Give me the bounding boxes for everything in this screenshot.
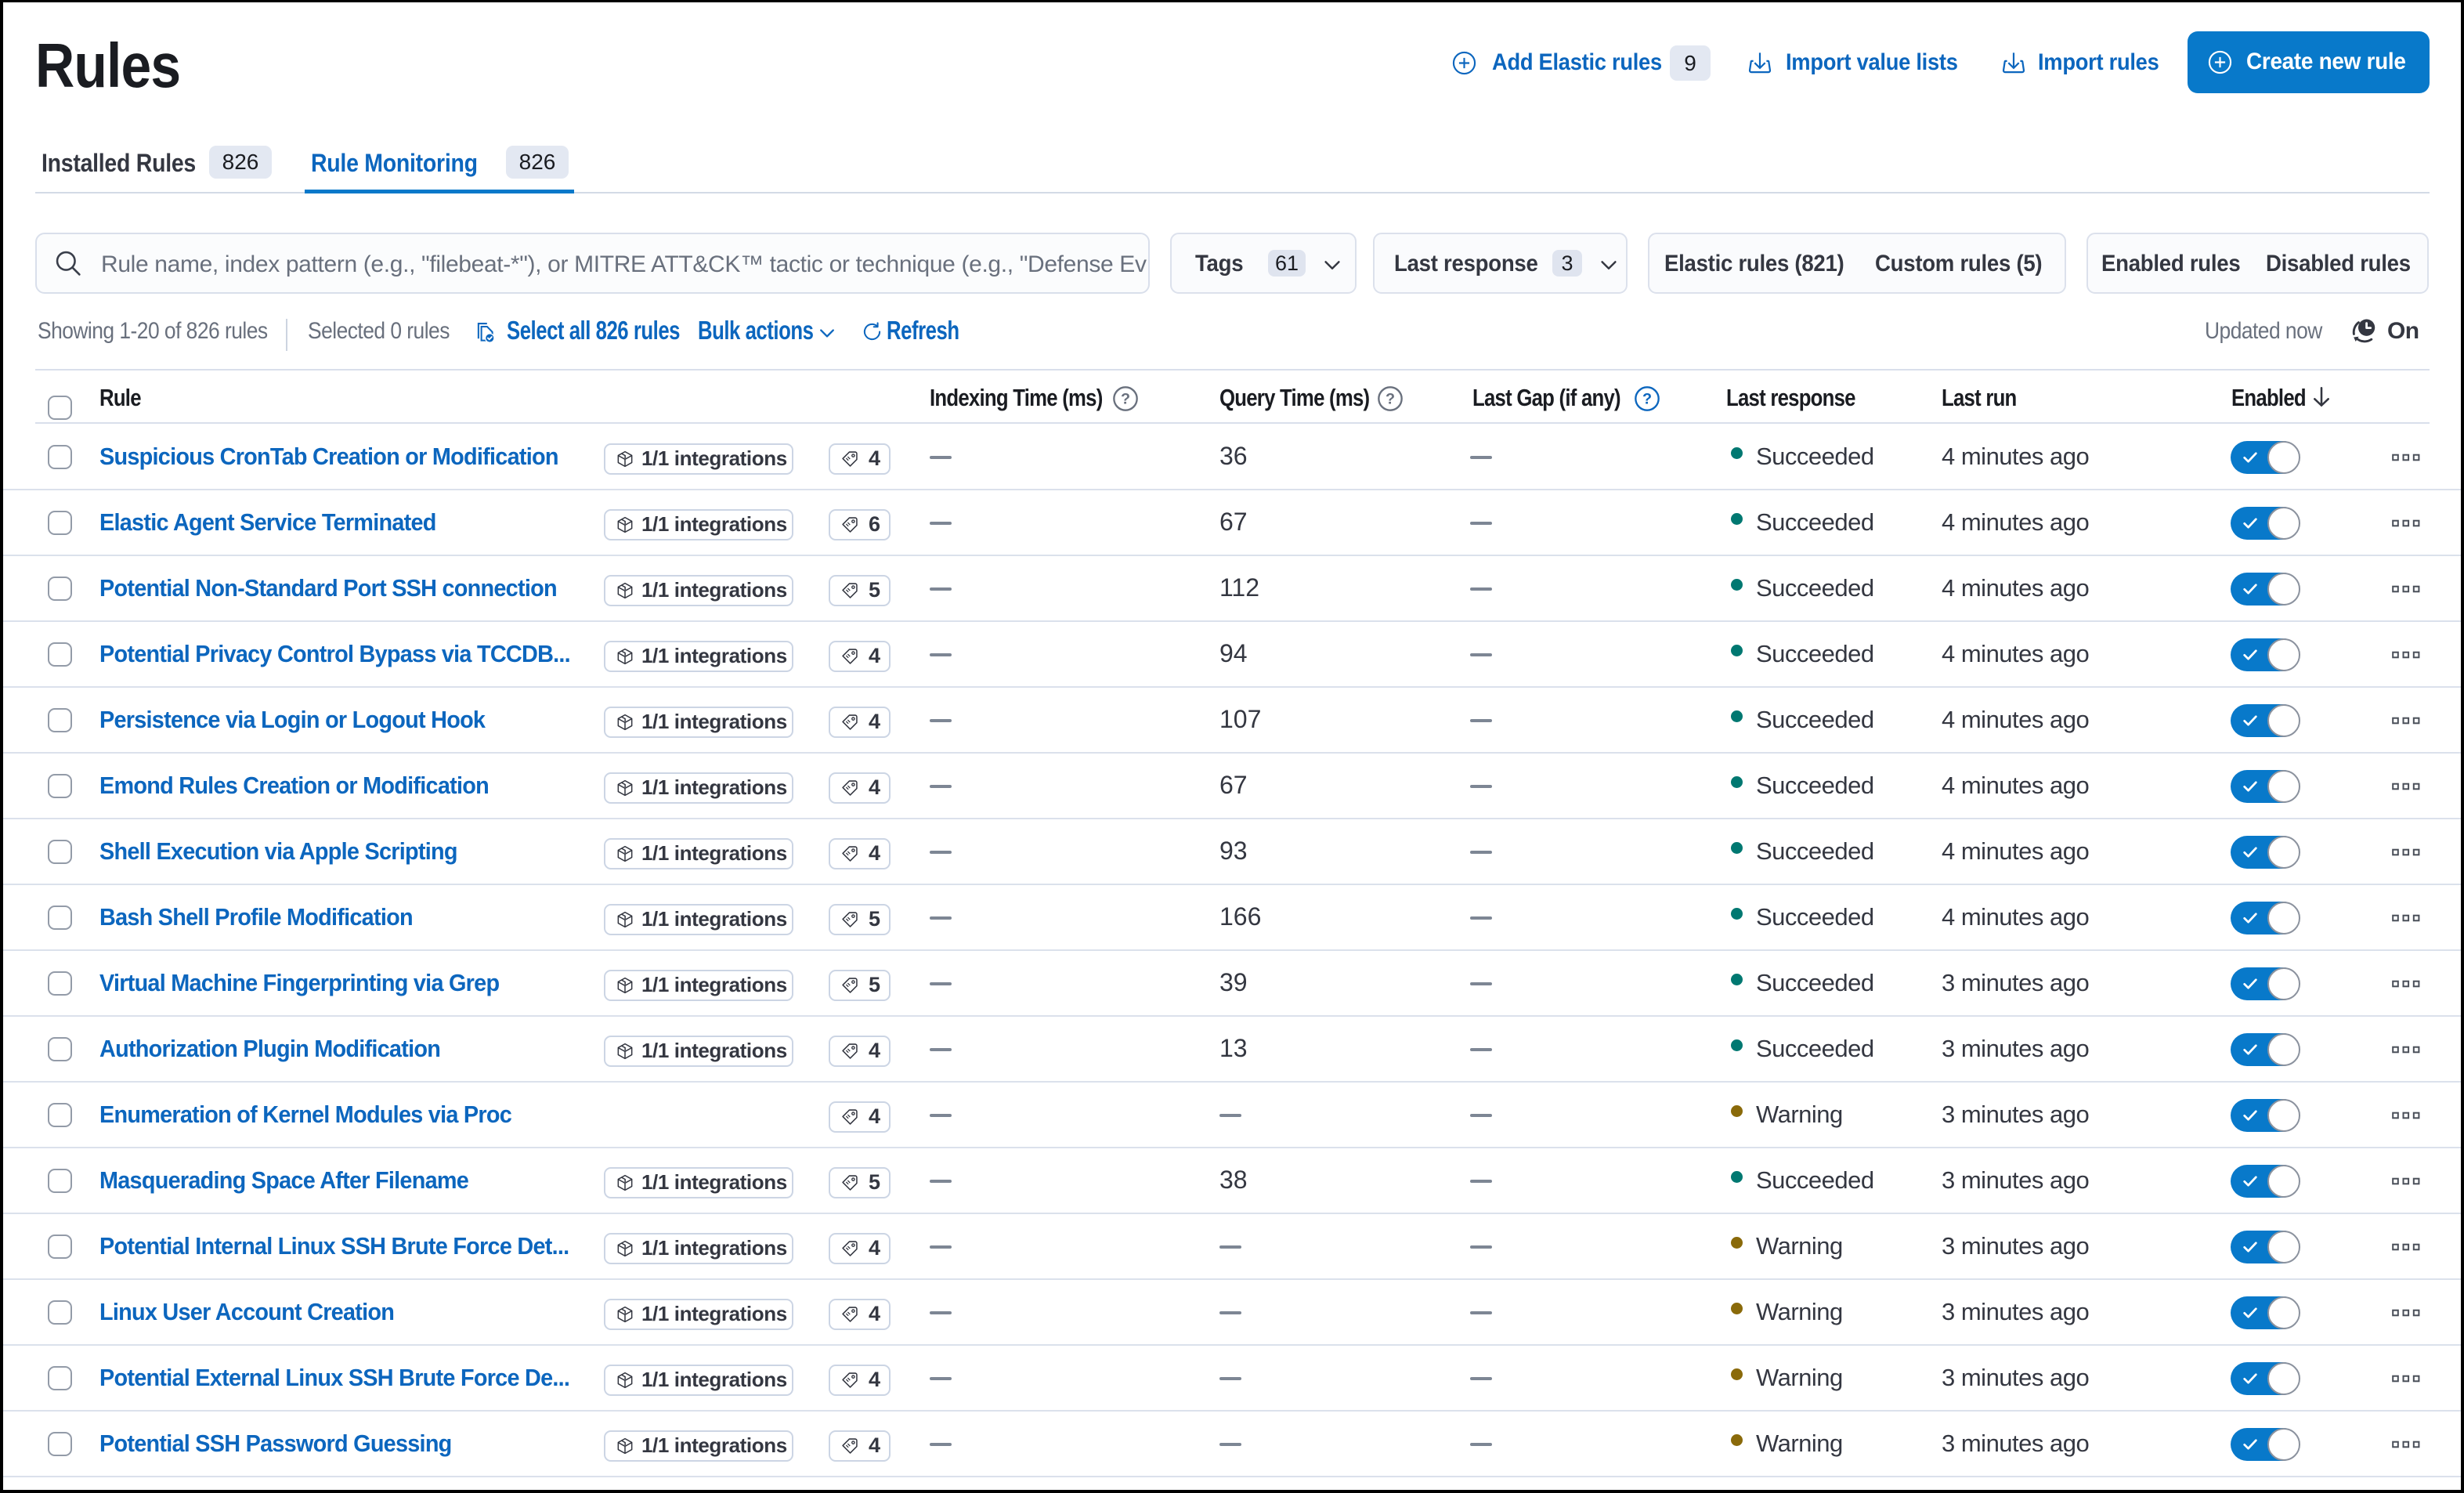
svg-text:?: ? xyxy=(1386,391,1395,408)
svg-text:?: ? xyxy=(1121,391,1130,408)
svg-text:?: ? xyxy=(1642,391,1652,408)
